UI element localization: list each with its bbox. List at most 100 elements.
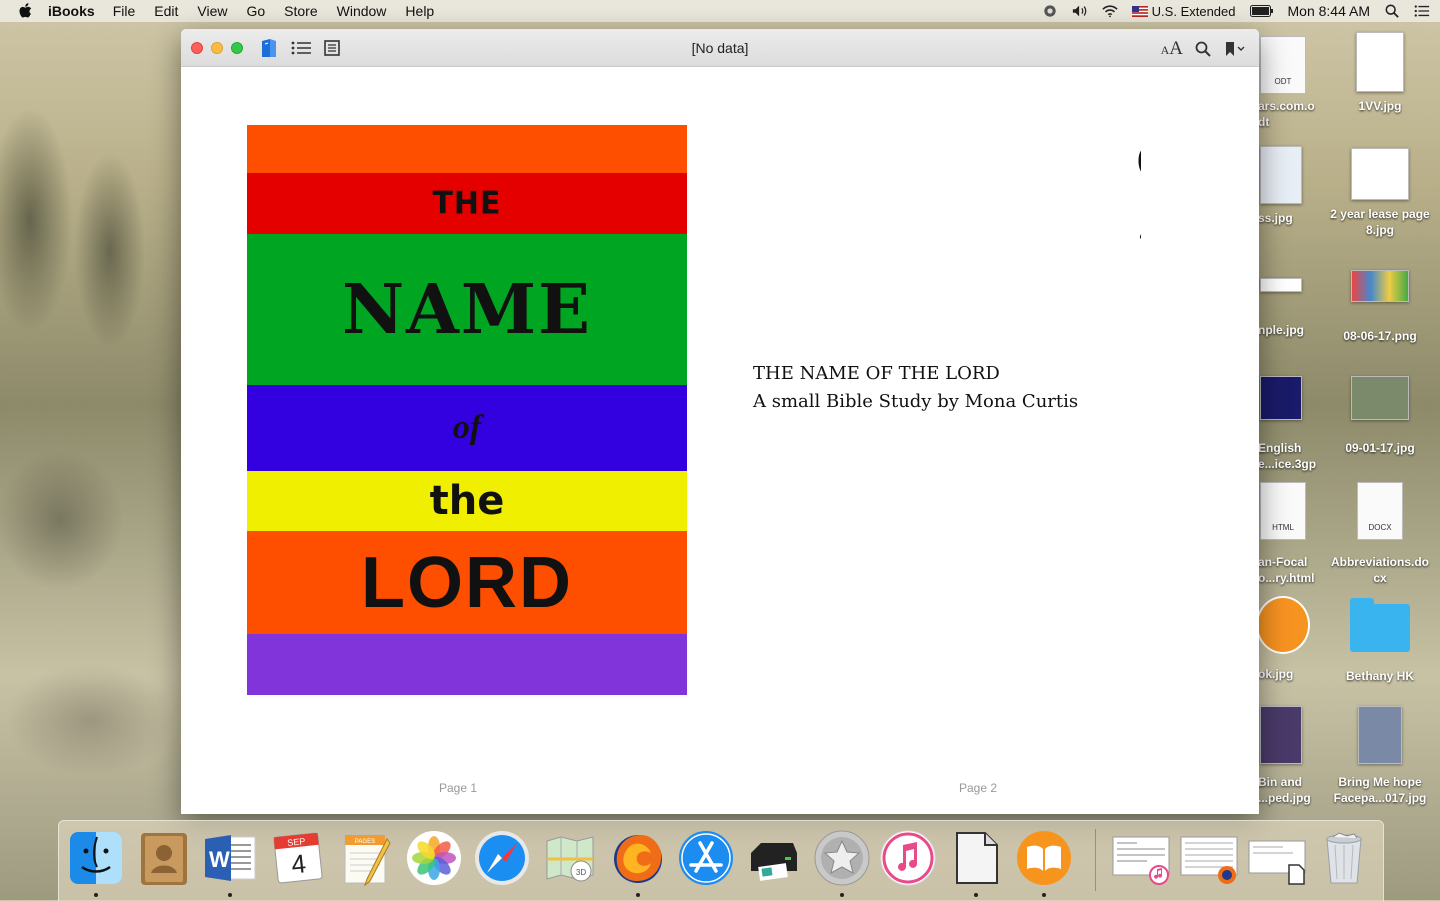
desktop-icon-09-01-17[interactable]: 09-01-17.jpg [1330, 376, 1430, 456]
menu-edit[interactable]: Edit [154, 3, 178, 19]
cover-band: NAME [247, 234, 687, 385]
input-source-label: U.S. Extended [1151, 3, 1236, 19]
desktop-icon-label: 09-01-17.jpg [1345, 441, 1415, 455]
doc-badge: HTML [1272, 523, 1294, 532]
volume-icon[interactable] [1072, 4, 1088, 18]
desktop-icon-label: 1VV.jpg [1358, 99, 1402, 113]
running-indicator [840, 893, 844, 897]
pages-badge: PAGES [355, 839, 375, 845]
cover-band: of [247, 385, 687, 471]
desktop-icon-abbreviations[interactable]: DOCX Abbreviations.do cx [1330, 482, 1430, 586]
hebrew-text: יהוה [1131, 125, 1141, 273]
minimized-window-thumbnail [1112, 836, 1170, 885]
safari-compass-icon [475, 831, 529, 885]
itunes-icon [880, 830, 936, 886]
dock-minimized-window-3[interactable] [1247, 829, 1306, 887]
font-size-button[interactable]: AA [1161, 38, 1183, 60]
dock-finder[interactable] [67, 829, 125, 897]
desktop-icon-bring-me-hope[interactable]: Bring Me hope Facepa...017.jpg [1330, 706, 1430, 806]
doc-badge: DOCX [1368, 523, 1392, 532]
dock-ibooks[interactable] [1015, 829, 1073, 897]
wifi-icon[interactable] [1101, 4, 1118, 18]
dock-app-store[interactable] [677, 829, 735, 887]
dock-libreoffice[interactable] [947, 829, 1005, 897]
dock-minimized-window-1[interactable] [1111, 829, 1170, 887]
svg-text:3D: 3D [576, 868, 586, 877]
page-number-right: Page 2 [959, 781, 998, 795]
calendar-icon: SEP4 [273, 832, 323, 884]
menu-bar: iBooks File Edit View Go Store Window He… [0, 0, 1440, 22]
dock-photos[interactable] [405, 829, 463, 887]
printer-icon [751, 843, 797, 881]
menu-go[interactable]: Go [246, 3, 265, 19]
dock-contacts[interactable] [135, 829, 193, 887]
desktop-icon-label: 2 year lease page 8.jpg [1330, 207, 1430, 237]
desktop-icon-label: Bethany HK [1345, 669, 1414, 683]
menu-file[interactable]: File [113, 3, 136, 19]
page-number-left: Page 1 [439, 781, 478, 795]
dock-safari[interactable] [473, 829, 531, 887]
book-title: THE NAME OF THE LORD [753, 363, 1000, 384]
menu-store[interactable]: Store [284, 3, 317, 19]
running-indicator [636, 893, 640, 897]
menu-help[interactable]: Help [405, 3, 434, 19]
desktop-icon-lease[interactable]: 2 year lease page 8.jpg [1330, 148, 1430, 238]
siri-icon[interactable] [1042, 4, 1058, 18]
desktop-icon-1vv[interactable]: 1VV.jpg [1330, 32, 1430, 114]
cover-band: the [247, 471, 687, 531]
apple-icon[interactable] [18, 3, 32, 19]
calendar-month: SEP [287, 836, 306, 848]
book-cover: THE NAME of the LORD [247, 125, 687, 695]
dock-favorites[interactable] [813, 829, 871, 897]
notification-center-icon[interactable] [1414, 4, 1430, 18]
cover-line-the: THE [432, 185, 502, 222]
dock-minimized-window-2[interactable] [1179, 829, 1238, 887]
minimized-window-thumbnail [1248, 840, 1306, 885]
search-icon[interactable] [1195, 41, 1211, 57]
dock-itunes[interactable] [879, 829, 937, 887]
dock-maps[interactable]: 3D [541, 829, 599, 887]
desktop-icon-label: Abbreviations.do cx [1330, 555, 1429, 585]
maps-icon: 3D [546, 836, 594, 882]
spotlight-search-icon[interactable] [1384, 4, 1400, 18]
app-menu[interactable]: iBooks [48, 3, 95, 19]
menu-view[interactable]: View [197, 3, 227, 19]
dock-microsoft-word[interactable]: W [201, 829, 259, 897]
dock-pages[interactable]: PAGES [337, 829, 395, 887]
menubar-clock[interactable]: Mon 8:44 AM [1288, 3, 1371, 19]
cover-line-lord: LORD [361, 542, 573, 623]
bookmark-icon[interactable] [1223, 41, 1245, 57]
finder-icon [70, 832, 122, 884]
cover-line-the-lower: the [429, 478, 505, 524]
ibooks-icon [1017, 831, 1071, 885]
cover-band: LORD [247, 531, 687, 634]
libreoffice-icon [956, 832, 998, 884]
us-flag-icon [1131, 5, 1148, 17]
menu-window[interactable]: Window [337, 3, 387, 19]
firefox-icon [614, 835, 662, 883]
dock-separator [1095, 829, 1096, 891]
hebrew-tetragrammaton: יהוה [811, 97, 1381, 275]
ibooks-window: [No data] AA THE NAME of the LORD יהוה T… [181, 29, 1381, 814]
desktop-icon-bethany-folder[interactable]: Bethany HK [1330, 598, 1430, 684]
window-title: [No data] [691, 40, 749, 56]
word-icon: W [205, 835, 256, 881]
desktop-wallpaper [0, 100, 180, 800]
doc-badge: ODT [1274, 77, 1292, 86]
folder-icon [1350, 598, 1410, 652]
desktop-icon-08-06-17[interactable]: 08-06-17.png [1330, 270, 1430, 344]
battery-icon[interactable] [1249, 5, 1274, 17]
photos-icon [407, 831, 461, 885]
cover-band: THE [247, 173, 687, 234]
book-subtitle: A small Bible Study by Mona Curtis [753, 391, 1079, 412]
dock-firefox[interactable] [609, 829, 667, 897]
dock-printer[interactable] [745, 829, 803, 887]
input-source[interactable]: U.S. Extended [1131, 3, 1236, 19]
dock-trash[interactable] [1315, 829, 1373, 887]
running-indicator [1042, 893, 1046, 897]
minimized-window-thumbnail [1180, 836, 1238, 884]
title-bar[interactable]: [No data] AA [181, 29, 1259, 67]
running-indicator [94, 893, 98, 897]
dock-calendar[interactable]: SEP 4 [269, 829, 327, 887]
book-title-block: THE NAME OF THE LORD A small Bible Study… [753, 360, 1078, 416]
